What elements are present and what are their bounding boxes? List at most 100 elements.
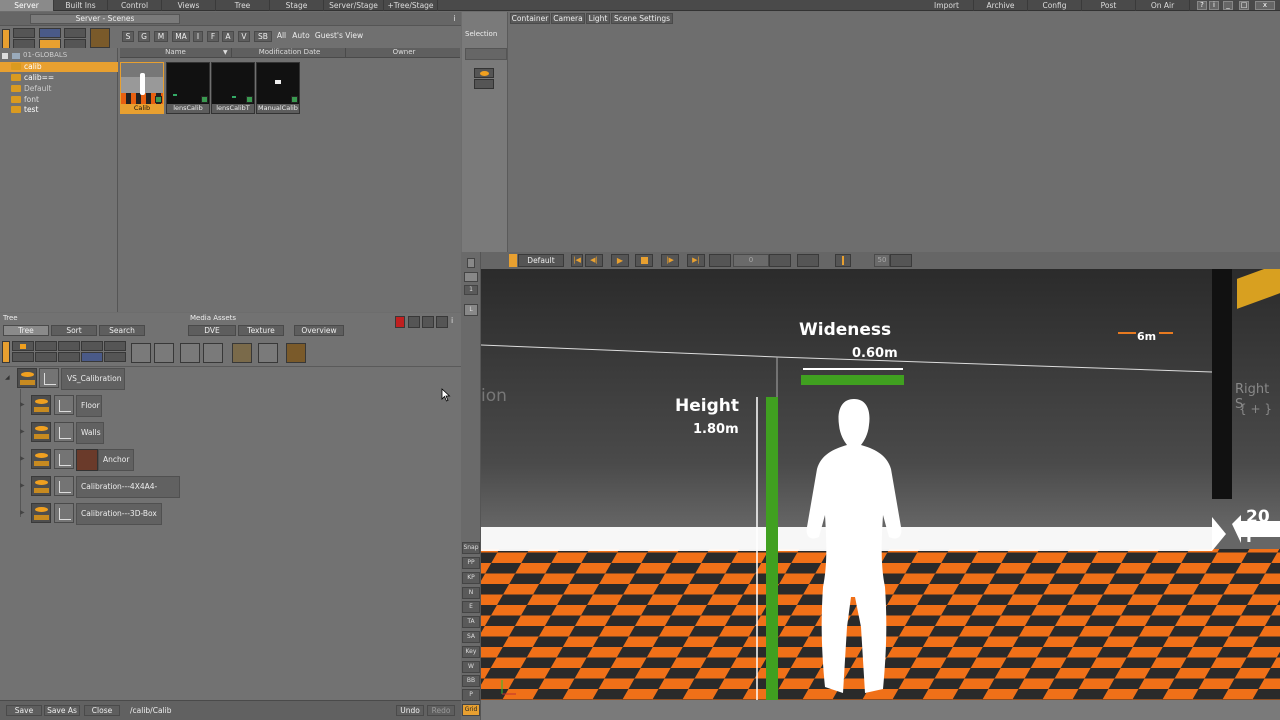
filter-ma[interactable]: MA xyxy=(172,31,190,42)
grid-icon[interactable] xyxy=(422,316,434,328)
zoom-icon[interactable] xyxy=(104,352,126,362)
scene-thumb-calib[interactable]: Calib xyxy=(120,62,164,114)
minimize-icon[interactable]: _ xyxy=(1223,1,1233,10)
end-frame-field[interactable]: 50 xyxy=(874,254,890,267)
skip-end-icon[interactable]: ▶| xyxy=(687,254,705,267)
tree-expand-icon[interactable]: ▶ xyxy=(20,482,25,489)
menu-on-air[interactable]: On Air xyxy=(1136,0,1190,11)
maximize-icon[interactable]: □ xyxy=(1239,1,1249,10)
camera-view-icon[interactable] xyxy=(232,343,252,363)
split-icon[interactable] xyxy=(35,352,57,362)
transform-icon[interactable] xyxy=(54,395,74,415)
menu-post[interactable]: Post xyxy=(1082,0,1136,11)
side-ta[interactable]: TA xyxy=(462,616,480,628)
menu-tree[interactable]: Tree xyxy=(216,0,270,11)
save-as-button[interactable]: Save As xyxy=(44,705,80,716)
filter-f[interactable]: F xyxy=(207,31,219,42)
tree-node-floor[interactable]: Floor xyxy=(76,395,102,417)
stack-icon[interactable] xyxy=(203,343,223,363)
filter-all[interactable]: All xyxy=(275,31,288,42)
step-forward-icon[interactable]: |▶ xyxy=(661,254,679,267)
filter-auto[interactable]: Auto xyxy=(290,31,312,42)
tree-tab-tree[interactable]: Tree xyxy=(3,325,49,336)
skip-start-icon[interactable]: |◀ xyxy=(571,254,583,267)
side-kp[interactable]: KP xyxy=(462,572,480,584)
menu-built-ins[interactable]: Built Ins xyxy=(54,0,108,11)
folder-calib-eq[interactable]: calib== xyxy=(24,73,54,82)
info-icon[interactable]: i xyxy=(1209,1,1219,10)
folder-test[interactable]: test xyxy=(24,105,38,114)
preset-dropdown[interactable]: Default xyxy=(518,254,564,267)
filter-s[interactable]: S xyxy=(122,31,134,42)
gear-icon[interactable] xyxy=(436,316,448,328)
close-button[interactable]: Close xyxy=(84,705,120,716)
filter-m[interactable]: M xyxy=(154,31,168,42)
keyframe-icon[interactable] xyxy=(797,254,819,267)
container-icon[interactable] xyxy=(31,503,51,523)
menu-server-stage[interactable]: Server/Stage xyxy=(324,0,384,11)
search-icon[interactable] xyxy=(104,341,126,351)
tab-scene-settings[interactable]: Scene Settings xyxy=(611,13,673,24)
layer-l-icon[interactable]: L xyxy=(464,304,478,316)
tab-container[interactable]: Container xyxy=(510,13,550,24)
tree-node-calibration-4x4a4[interactable]: Calibration---4X4A4-Pages xyxy=(76,476,180,511)
media-tab-overview[interactable]: Overview xyxy=(294,325,344,336)
trash-icon[interactable] xyxy=(467,258,475,268)
side-n[interactable]: N xyxy=(462,587,480,599)
tree-expand-icon[interactable]: ▶ xyxy=(20,401,25,408)
list-icon[interactable] xyxy=(258,343,278,363)
column-modification-date[interactable]: Modification Date xyxy=(234,48,346,58)
container-icon[interactable] xyxy=(31,449,51,469)
container-icon[interactable] xyxy=(31,476,51,496)
stop-icon[interactable] xyxy=(635,254,653,267)
play-icon[interactable]: ▶ xyxy=(611,254,629,267)
frame-field[interactable]: 0 xyxy=(733,254,769,267)
side-key[interactable]: Key xyxy=(462,646,480,658)
collapse-all-icon[interactable] xyxy=(12,352,34,362)
scene-thumb-lenscalibt[interactable]: lensCalibT xyxy=(211,62,255,114)
menu-config[interactable]: Config xyxy=(1028,0,1082,11)
view-mode-icon[interactable] xyxy=(39,28,61,38)
side-w[interactable]: W xyxy=(462,661,480,673)
expand-icon[interactable] xyxy=(12,341,34,351)
menu-server[interactable]: Server xyxy=(0,0,54,11)
transform-icon[interactable] xyxy=(54,503,74,523)
container-icon[interactable] xyxy=(31,422,51,442)
side-snap[interactable]: Snap xyxy=(462,542,480,554)
side-grid[interactable]: Grid xyxy=(462,704,480,716)
add-folder-icon[interactable] xyxy=(13,28,35,38)
tree-expand-chevron-icon[interactable]: ◢ xyxy=(5,374,10,381)
distribute-icon[interactable] xyxy=(180,343,200,363)
favorite-icon[interactable] xyxy=(2,341,10,363)
tree-expand-icon[interactable]: ▶ xyxy=(20,428,25,435)
help-icon[interactable]: ? xyxy=(1197,1,1207,10)
column-name[interactable]: Name xyxy=(120,48,232,58)
menu-tree-stage[interactable]: +Tree/Stage xyxy=(384,0,438,11)
tree-tab-search[interactable]: Search xyxy=(99,325,145,336)
close-icon[interactable]: x xyxy=(1255,1,1275,10)
column-owner[interactable]: Owner xyxy=(348,48,460,58)
tree-node-anchor[interactable]: Anchor xyxy=(98,449,134,471)
collapse-icon[interactable] xyxy=(2,53,8,59)
filter-v[interactable]: V xyxy=(238,31,250,42)
side-e[interactable]: E xyxy=(462,601,480,613)
tab-camera[interactable]: Camera xyxy=(551,13,585,24)
side-p[interactable]: P xyxy=(462,689,480,701)
tree-info-icon[interactable]: i xyxy=(451,316,453,325)
media-tab-texture[interactable]: Texture xyxy=(238,325,284,336)
remove-container-icon[interactable] xyxy=(58,352,80,362)
tree-expand-icon[interactable]: ▶ xyxy=(20,455,25,462)
align-left-icon[interactable] xyxy=(131,343,151,363)
undo-button[interactable]: Undo xyxy=(396,705,424,716)
scene-viewport[interactable]: Wideness 0.60m Height 1.80m 6m ion 20 r … xyxy=(481,269,1280,700)
filter-i[interactable]: I xyxy=(193,31,203,42)
side-pp[interactable]: PP xyxy=(462,557,480,569)
selection-field[interactable] xyxy=(465,48,507,60)
loop-icon[interactable] xyxy=(709,254,731,267)
tree-expand-icon[interactable]: ▶ xyxy=(20,509,25,516)
redo-button[interactable]: Redo xyxy=(427,705,455,716)
merge-icon[interactable] xyxy=(35,341,57,351)
side-bb[interactable]: BB xyxy=(462,675,480,687)
menu-views[interactable]: Views xyxy=(162,0,216,11)
screen-icon[interactable] xyxy=(408,316,420,328)
